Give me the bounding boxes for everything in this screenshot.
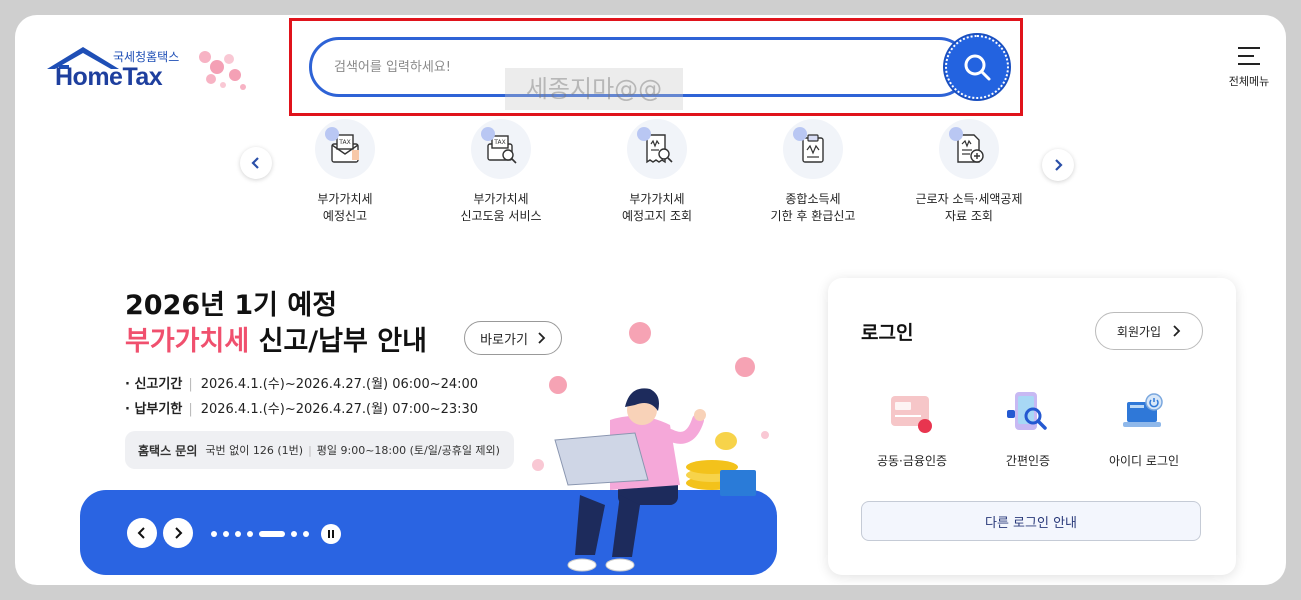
signup-button[interactable]: 회원가입 (1095, 312, 1203, 350)
phone-search-icon (1007, 392, 1047, 430)
report-period-row: · 신고기간 | 2026.4.1.(수)~2026.4.27.(월) 06:00~… (125, 377, 479, 392)
clipboard-icon (783, 119, 843, 179)
banner-title-rest: 신고/납부 안내 (249, 326, 427, 357)
svg-text:TAX: TAX (493, 139, 505, 146)
banner-title-line2: 부가가치세 신고/납부 안내 (125, 319, 427, 358)
pagination-dot[interactable] (211, 531, 217, 537)
id-login-option[interactable]: 아이디 로그인 (1089, 388, 1199, 469)
banner-pagination (211, 531, 309, 537)
chevron-right-icon (1055, 159, 1063, 171)
quick-menu-item-vat-notice[interactable]: 부가가치세 예정고지 조회 (582, 119, 732, 225)
svg-text:TAX: TAX (338, 139, 350, 146)
full-menu-button[interactable]: 전체메뉴 (1223, 43, 1275, 93)
search-button[interactable] (945, 35, 1009, 99)
hamburger-icon (1238, 47, 1260, 71)
quick-menu-item-worker-deduction[interactable]: 근로자 소득·세액공제 자료 조회 (894, 119, 1044, 225)
payment-period-label: · 납부기한 (125, 402, 183, 417)
certificate-login-option[interactable]: 공동·금융인증 (857, 388, 967, 469)
quick-menu-item-vat-preliminary[interactable]: TAX 부가가치세 예정신고 (270, 119, 420, 225)
login-panel: 로그인 회원가입 공동·금융인증 간편인증 아이디 로그인 다른 로그인 안내 (828, 278, 1236, 575)
pagination-dot[interactable] (291, 531, 297, 537)
banner-pause-button[interactable] (321, 524, 341, 544)
pagination-dot[interactable] (235, 531, 241, 537)
quick-menu-prev-button[interactable] (240, 147, 272, 179)
chevron-left-icon (251, 157, 259, 169)
pagination-dot-active[interactable] (259, 531, 285, 537)
login-title: 로그인 (861, 322, 914, 344)
document-plus-icon (939, 119, 999, 179)
homepage-card: 국세청홈택스 HomeTax 세종지마@@ 전체메뉴 (15, 15, 1286, 585)
report-period-label: · 신고기간 (125, 377, 183, 392)
woman-laptop-illustration (532, 322, 769, 572)
pagination-dot[interactable] (247, 531, 253, 537)
contact-number: 국번 없이 126 (1번) (205, 444, 304, 457)
blossom-icon (199, 51, 246, 90)
logo-title: HomeTax (55, 63, 163, 91)
laptop-power-icon (1123, 393, 1163, 427)
certificate-icon (891, 396, 932, 433)
contact-hours: 평일 9:00~18:00 (토/일/공휴일 제외) (316, 444, 500, 457)
receipt-search-icon (627, 119, 687, 179)
tax-envelope-icon: TAX (315, 119, 375, 179)
simple-auth-login-option[interactable]: 간편인증 (973, 388, 1083, 469)
chevron-left-icon (137, 527, 145, 539)
hometax-logo[interactable]: 국세청홈택스 HomeTax (45, 45, 255, 105)
login-option-label: 아이디 로그인 (1108, 454, 1180, 468)
full-menu-label: 전체메뉴 (1228, 75, 1270, 88)
contact-title: 홈택스 문의 (138, 443, 198, 458)
other-login-guide-button[interactable]: 다른 로그인 안내 (861, 501, 1201, 541)
quick-menu-label: 근로자 소득·세액공제 자료 조회 (915, 192, 1023, 223)
search-icon (964, 54, 991, 81)
report-period-value: 2026.4.1.(수)~2026.4.27.(월) 06:00~24:00 (200, 377, 479, 392)
login-option-label: 간편인증 (1005, 454, 1051, 468)
quick-menu-label: 부가가치세 예정고지 조회 (621, 192, 693, 223)
banner-prev-button[interactable] (127, 518, 157, 548)
quick-menu-label: 부가가치세 예정신고 (317, 192, 373, 223)
login-option-label: 공동·금융인증 (876, 454, 948, 468)
quick-menu-label: 종합소득세 기한 후 환급신고 (770, 192, 856, 223)
banner-title-line1: 2026년 1기 예정 (125, 290, 338, 321)
quick-menu-item-vat-help[interactable]: TAX 부가가치세 신고도움 서비스 (426, 119, 576, 225)
quick-menu-next-button[interactable] (1042, 149, 1074, 181)
watermark-text: 세종지마@@ (505, 68, 683, 110)
banner-next-button[interactable] (163, 518, 193, 548)
chevron-right-icon (1173, 325, 1181, 337)
payment-period-row: · 납부기한 | 2026.4.1.(수)~2026.4.27.(월) 07:00~… (125, 402, 479, 417)
quick-menu-label: 부가가치세 신고도움 서비스 (460, 192, 542, 223)
tax-search-icon: TAX (471, 119, 531, 179)
pagination-dot[interactable] (303, 531, 309, 537)
pause-icon (328, 530, 334, 538)
pagination-dot[interactable] (223, 531, 229, 537)
contact-info-box: 홈택스 문의 국번 없이 126 (1번) | 평일 9:00~18:00 (토… (125, 431, 514, 469)
signup-label: 회원가입 (1116, 324, 1162, 339)
banner-title-accent: 부가가치세 (125, 326, 250, 357)
payment-period-value: 2026.4.1.(수)~2026.4.27.(월) 07:00~23:30 (200, 402, 479, 417)
quick-menu-item-income-refund[interactable]: 종합소득세 기한 후 환급신고 (738, 119, 888, 225)
chevron-right-icon (175, 527, 183, 539)
